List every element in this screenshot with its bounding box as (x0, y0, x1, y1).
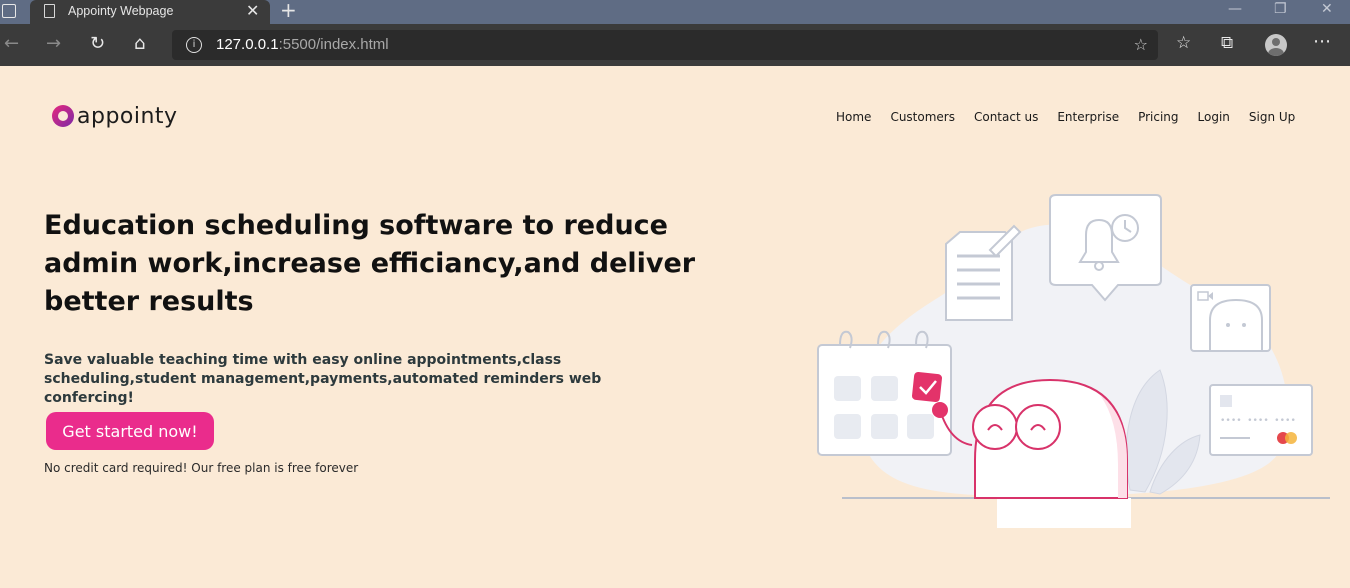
appointy-logo[interactable]: appointy (52, 103, 178, 129)
address-bar[interactable]: i 127.0.0.1:5500/index.html ☆ (172, 30, 1158, 60)
back-icon[interactable]: ← (4, 33, 19, 54)
more-menu-icon[interactable]: ⋯ (1313, 31, 1331, 52)
nav-login[interactable]: Login (1198, 110, 1230, 124)
nav-sign-up[interactable]: Sign Up (1249, 110, 1295, 124)
window-menu-icon[interactable] (2, 4, 16, 18)
nav-enterprise[interactable]: Enterprise (1057, 110, 1119, 124)
add-favorite-icon[interactable]: ☆ (1134, 35, 1148, 54)
nav-home[interactable]: Home (836, 110, 871, 124)
home-icon[interactable]: ⌂ (134, 33, 145, 54)
close-window-icon[interactable]: ✕ (1321, 1, 1333, 17)
profile-avatar[interactable] (1265, 34, 1287, 56)
nav-contact-us[interactable]: Contact us (974, 110, 1038, 124)
calendar-icon (817, 330, 952, 456)
forward-icon[interactable]: → (46, 33, 61, 54)
hero-subhead: Save valuable teaching time with easy on… (44, 352, 602, 406)
page-icon (44, 4, 55, 18)
browser-tab-bar: Appointy Webpage ✕ + — ❐ ✕ (0, 0, 1350, 24)
browser-tab[interactable]: Appointy Webpage ✕ (30, 0, 270, 24)
refresh-icon[interactable]: ↻ (90, 33, 105, 54)
url-text[interactable]: 127.0.0.1:5500/index.html (216, 36, 389, 53)
site-info-icon[interactable]: i (186, 37, 202, 53)
hero-headline: Education scheduling software to reduce … (44, 210, 696, 317)
free-plan-note: No credit card required! Our free plan i… (44, 461, 359, 475)
browser-toolbar: ← → ↻ ⌂ i 127.0.0.1:5500/index.html ☆ ☆ … (0, 24, 1350, 66)
logo-text: appointy (77, 103, 178, 129)
credit-card-icon: •••• •••• •••• (1209, 384, 1313, 456)
restore-icon[interactable]: ❐ (1274, 1, 1287, 17)
close-tab-icon[interactable]: ✕ (246, 1, 259, 20)
video-call-icon (1190, 284, 1271, 352)
nav-pricing[interactable]: Pricing (1138, 110, 1178, 124)
get-started-button[interactable]: Get started now! (46, 412, 214, 450)
hero-illustration: •••• •••• •••• (817, 194, 1330, 528)
url-host: 127.0.0.1 (216, 36, 279, 53)
document-icon (945, 224, 1022, 321)
minimize-icon[interactable]: — (1228, 1, 1242, 17)
favorites-icon[interactable]: ☆ (1176, 33, 1191, 53)
logo-mark-icon (52, 105, 74, 127)
nav-customers[interactable]: Customers (890, 110, 955, 124)
collections-icon[interactable]: ⧉ (1221, 33, 1233, 53)
bell-notification-icon (1049, 194, 1162, 302)
url-path: :5500/index.html (278, 36, 389, 53)
new-tab-icon[interactable]: + (280, 0, 297, 22)
main-nav: Home Customers Contact us Enterprise Pri… (836, 110, 1314, 124)
svg-text:•••• •••• ••••: •••• •••• •••• (1220, 416, 1296, 426)
tab-title: Appointy Webpage (68, 4, 174, 18)
floor-block (997, 498, 1131, 528)
